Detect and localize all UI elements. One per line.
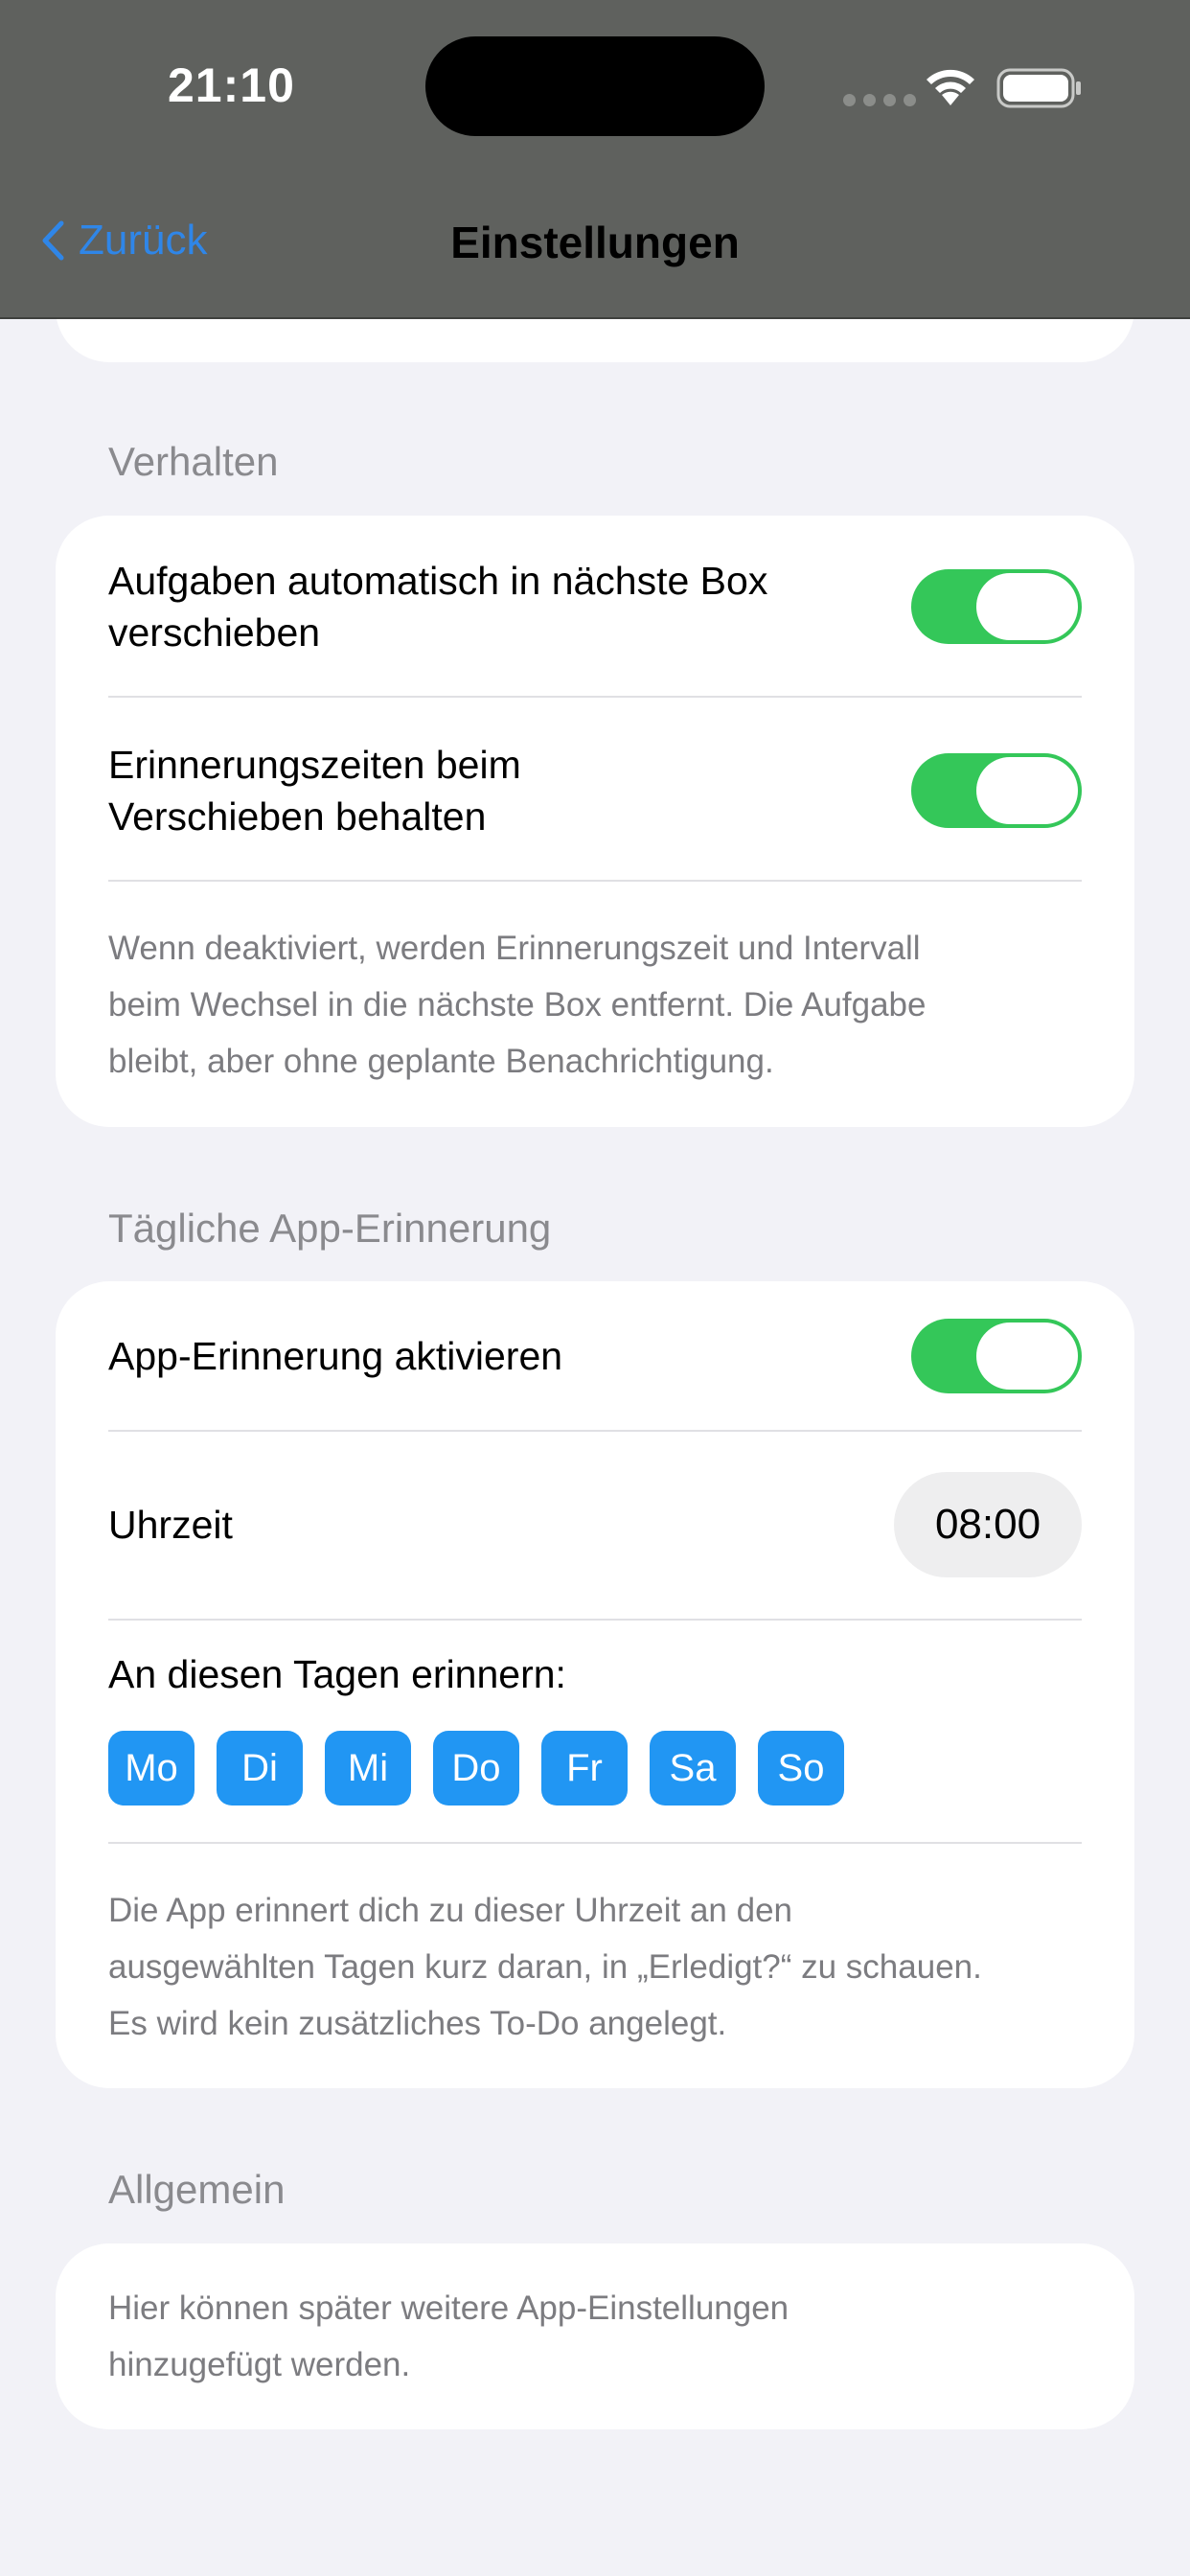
enable-reminder-label: App-Erinnerung aktivieren — [108, 1334, 563, 1378]
section-label-behavior: Verhalten — [108, 439, 279, 484]
auto-move-toggle[interactable] — [911, 569, 1082, 644]
time-picker-button[interactable]: 08:00 — [894, 1472, 1082, 1577]
keep-times-label: Erinnerungszeiten beim Verschieben behal… — [108, 743, 521, 839]
daily-reminder-card: App-Erinnerung aktivieren Uhrzeit 08:00 … — [56, 1281, 1134, 2088]
time-label: Uhrzeit — [108, 1503, 233, 1547]
enable-reminder-row: App-Erinnerung aktivieren — [108, 1281, 1082, 1431]
auto-move-label: Aufgaben automatisch in nächste Box vers… — [108, 559, 768, 655]
day-chip-mi[interactable]: Mi — [325, 1731, 411, 1806]
navigation-header: 21:10 Zurück Einstellungen — [0, 0, 1190, 319]
day-chip-so[interactable]: So — [758, 1731, 844, 1806]
section-label-daily-reminder: Tägliche App-Erinnerung — [108, 1206, 552, 1251]
enable-reminder-toggle[interactable] — [911, 1319, 1082, 1393]
status-bar-time: 21:10 — [168, 58, 295, 112]
daily-reminder-note: Die App erinnert dich zu dieser Uhrzeit … — [108, 1892, 982, 2042]
days-label: An diesen Tagen erinnern: — [108, 1652, 566, 1696]
general-card: Hier können später weitere App-Einstellu… — [56, 2243, 1134, 2429]
day-chip-mo[interactable]: Mo — [108, 1731, 195, 1806]
keep-times-toggle[interactable] — [911, 753, 1082, 828]
cellular-signal-icon — [843, 94, 916, 106]
day-chip-fr[interactable]: Fr — [541, 1731, 628, 1806]
behavior-note: Wenn deaktiviert, werden Erinnerungszeit… — [108, 930, 927, 1080]
days-label-row: An diesen Tagen erinnern: — [108, 1644, 1082, 1705]
time-row: Uhrzeit 08:00 — [108, 1431, 1082, 1619]
behavior-card: Aufgaben automatisch in nächste Box vers… — [56, 516, 1134, 1127]
weekday-selector: Mo Di Mi Do Fr Sa So — [108, 1731, 844, 1806]
divider — [108, 880, 1082, 882]
page-title: Einstellungen — [450, 218, 740, 267]
day-chip-di[interactable]: Di — [217, 1731, 303, 1806]
day-chip-do[interactable]: Do — [433, 1731, 519, 1806]
wifi-icon — [927, 69, 974, 105]
divider — [108, 1842, 1082, 1844]
auto-move-row: Aufgaben automatisch in nächste Box vers… — [108, 542, 1082, 671]
battery-icon — [996, 68, 1081, 108]
divider — [108, 1619, 1082, 1621]
keep-times-row: Erinnerungszeiten beim Verschieben behal… — [108, 726, 1082, 855]
dynamic-island — [425, 36, 765, 136]
section-label-general: Allgemein — [108, 2167, 286, 2212]
day-chip-sa[interactable]: Sa — [650, 1731, 736, 1806]
general-note: Hier können später weitere App-Einstellu… — [108, 2289, 790, 2383]
divider — [108, 696, 1082, 698]
